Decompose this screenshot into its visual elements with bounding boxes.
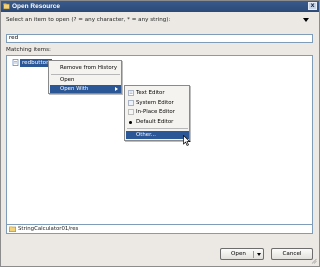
menu-item-open-with[interactable]: Open With [50,85,121,93]
radio-bullet-icon [129,121,132,124]
mouse-pointer-icon [183,135,191,146]
menu-separator [51,74,120,75]
prompt-label: Select an item to open (? = any characte… [6,17,171,23]
search-input[interactable]: red [6,34,313,43]
open-button[interactable]: Open [220,248,264,260]
system-editor-icon [128,100,134,106]
close-icon: x [310,2,315,9]
view-menu-chevron-down-icon[interactable] [303,18,309,22]
menu-item-other[interactable]: Other... [126,131,189,139]
folder-icon [9,226,16,232]
resource-path: StringCalculator01/res [18,226,79,232]
menu-item-system-editor[interactable]: System Editor [126,99,189,107]
open-resource-icon [3,3,10,10]
menu-separator [127,128,188,129]
button-divider [253,251,254,258]
cancel-button[interactable]: Cancel [271,248,313,260]
menu-item-remove-from-history[interactable]: Remove from History [50,64,121,72]
context-menu: Remove from History Open Open With [48,60,122,94]
open-with-submenu: Text Editor System Editor In-Place Edito… [124,85,190,141]
menu-item-in-place-editor[interactable]: In-Place Editor [126,108,189,116]
matching-items-label: Matching items: [6,47,51,53]
menu-item-open[interactable]: Open [50,76,121,84]
file-icon [12,59,19,66]
title-bar[interactable]: Open Resource x [1,1,319,12]
menu-item-text-editor[interactable]: Text Editor [126,89,189,97]
in-place-editor-icon [128,109,134,115]
submenu-arrow-icon [115,87,118,91]
list-item-label: redbutton [20,59,52,67]
cancel-button-label: Cancel [282,251,302,257]
resource-path-field: StringCalculator01/res [6,224,313,234]
resize-grip-icon[interactable] [311,258,317,264]
close-button[interactable]: x [308,2,317,10]
menu-item-default-editor[interactable]: Default Editor [126,118,189,126]
window-title: Open Resource [12,3,61,10]
open-dropdown-chevron-down-icon[interactable] [257,253,261,256]
open-resource-dialog: Open Resource x Select an item to open (… [0,0,320,267]
text-editor-icon [128,90,134,96]
open-button-label: Open [231,251,246,257]
